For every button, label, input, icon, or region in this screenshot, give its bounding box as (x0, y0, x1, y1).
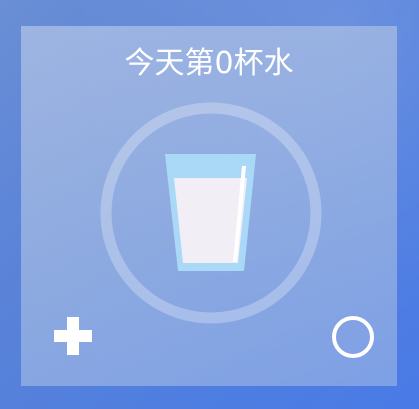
water-tracker-card: 今天第0杯水 (21, 26, 397, 386)
cups-today-title: 今天第0杯水 (124, 46, 294, 81)
progress-ring (100, 102, 322, 324)
plus-icon (54, 317, 92, 355)
circle-button[interactable] (330, 314, 376, 360)
water-glass-icon (165, 154, 256, 271)
add-cup-button[interactable] (54, 317, 92, 355)
circle-icon (332, 316, 374, 358)
